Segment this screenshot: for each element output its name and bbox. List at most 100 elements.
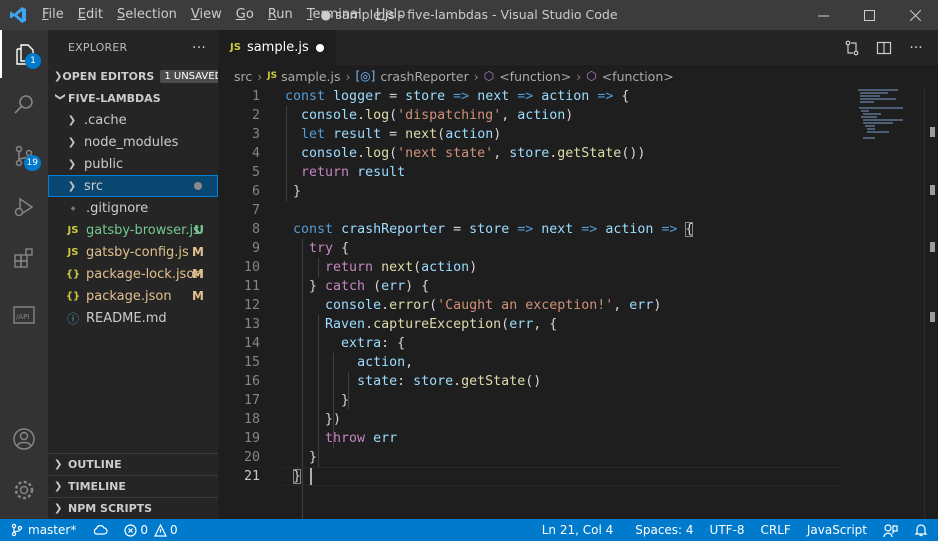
tree-file[interactable]: {} package-lock.json M bbox=[48, 263, 218, 285]
chevron-right-icon: › bbox=[257, 68, 263, 84]
unsaved-badge: 1 UNSAVED bbox=[160, 69, 227, 83]
maximize-button[interactable] bbox=[846, 0, 892, 30]
open-editors-section[interactable]: ❯ OPEN EDITORS 1 UNSAVED bbox=[48, 65, 227, 87]
language-mode[interactable]: JavaScript bbox=[799, 519, 875, 541]
run-debug-activity-button[interactable] bbox=[0, 183, 48, 231]
npm-scripts-section[interactable]: ❯ NPM SCRIPTS bbox=[48, 497, 218, 519]
status-bar: master* 0 0 Ln 21, Col 4 Spaces: 4 UTF-8… bbox=[0, 519, 938, 541]
tab-sample-js[interactable]: JS sample.js bbox=[218, 30, 336, 65]
activity-bar: 1 19 /API bbox=[0, 30, 48, 519]
accounts-activity-button[interactable] bbox=[0, 415, 48, 463]
open-changes-button[interactable] bbox=[836, 40, 868, 56]
menu-file[interactable]: File bbox=[35, 0, 71, 30]
tree-item-label: gatsby-config.js bbox=[86, 244, 189, 260]
breadcrumb-src[interactable]: src bbox=[234, 69, 252, 84]
tree-file[interactable]: ◆ .gitignore bbox=[48, 197, 218, 219]
indentation-status[interactable]: Spaces: 4 bbox=[627, 519, 701, 541]
manage-activity-button[interactable] bbox=[0, 466, 48, 514]
chevron-right-icon: ❯ bbox=[54, 481, 63, 492]
file-tree: ❯ .cache ❯ node_modules ❯ public ❯ src ◆ .gitigno… bbox=[48, 109, 218, 329]
problems-status[interactable]: 0 0 bbox=[116, 519, 185, 541]
eol-status[interactable]: CRLF bbox=[753, 519, 799, 541]
menu-help[interactable]: Help bbox=[369, 0, 413, 30]
more-actions-icon[interactable]: ··· bbox=[192, 40, 206, 56]
editor-scrollbar[interactable] bbox=[924, 87, 938, 519]
outline-section[interactable]: ❯ OUTLINE bbox=[48, 453, 218, 475]
breadcrumb-file[interactable]: sample.js bbox=[281, 69, 340, 84]
tree-item-label: src bbox=[84, 178, 103, 194]
tree-folder[interactable]: ❯ node_modules bbox=[48, 131, 218, 153]
encoding-status[interactable]: UTF-8 bbox=[702, 519, 753, 541]
tree-file[interactable]: ⓘ README.md bbox=[48, 307, 218, 329]
menu-go[interactable]: Go bbox=[229, 0, 261, 30]
vscode-logo-icon bbox=[0, 0, 35, 30]
timeline-section[interactable]: ❯ TIMELINE bbox=[48, 475, 218, 497]
tree-file[interactable]: JS gatsby-config.js M bbox=[48, 241, 218, 263]
code-editor[interactable]: 1 const logger = store => next => action … bbox=[218, 87, 938, 524]
tree-folder[interactable]: ❯ .cache bbox=[48, 109, 218, 131]
code-line: 14 extra: { bbox=[243, 336, 406, 351]
unsaved-dot-icon[interactable] bbox=[316, 43, 324, 52]
breadcrumb-function-1[interactable]: <function> bbox=[499, 69, 571, 84]
tree-item-label: node_modules bbox=[84, 134, 179, 150]
json-file-icon: {} bbox=[65, 290, 81, 302]
code-line: 5 return result bbox=[251, 165, 406, 180]
feedback-button[interactable] bbox=[875, 519, 906, 541]
code-line: 18 }) bbox=[243, 412, 342, 427]
api-activity-button[interactable]: /API bbox=[0, 291, 48, 339]
menu-edit[interactable]: Edit bbox=[71, 0, 110, 30]
breadcrumb-crashreporter[interactable]: crashReporter bbox=[380, 69, 468, 84]
extensions-activity-button[interactable] bbox=[0, 234, 48, 282]
tree-file[interactable]: JS gatsby-browser.js U bbox=[48, 219, 218, 241]
search-activity-button[interactable] bbox=[0, 81, 48, 129]
more-editor-actions-button[interactable]: ··· bbox=[900, 40, 932, 56]
code-line: 10 return next(action) bbox=[243, 260, 478, 275]
chevron-right-icon: ❯ bbox=[54, 503, 63, 514]
chevron-right-icon: ❯ bbox=[67, 180, 77, 192]
status-bar-right: Ln 21, Col 4 Spaces: 4 UTF-8 CRLF JavaSc… bbox=[534, 519, 938, 541]
tree-folder[interactable]: ❯ public bbox=[48, 153, 218, 175]
ellipsis-icon: ··· bbox=[909, 39, 923, 56]
branch-status[interactable]: master* bbox=[0, 519, 84, 541]
variable-symbol-icon: [◎] bbox=[355, 69, 376, 83]
cursor-position[interactable]: Ln 21, Col 4 bbox=[534, 519, 628, 541]
code-line: 6 } bbox=[251, 184, 302, 199]
minimize-button[interactable] bbox=[800, 0, 846, 30]
close-button[interactable] bbox=[892, 0, 938, 30]
maximize-icon bbox=[863, 9, 875, 21]
window-controls bbox=[800, 0, 938, 30]
sync-button[interactable] bbox=[84, 519, 116, 541]
notifications-button[interactable] bbox=[906, 519, 938, 541]
timeline-title: TIMELINE bbox=[68, 480, 126, 493]
explorer-activity-button[interactable]: 1 bbox=[0, 30, 48, 78]
tab-bar: JS sample.js ··· bbox=[218, 30, 938, 65]
menu-run[interactable]: Run bbox=[261, 0, 300, 30]
source-control-activity-button[interactable]: 19 bbox=[0, 132, 48, 180]
split-editor-button[interactable] bbox=[868, 40, 900, 56]
cloud-sync-icon bbox=[94, 525, 108, 535]
json-file-icon: {} bbox=[65, 268, 81, 280]
git-status-badge: M bbox=[192, 245, 204, 259]
tab-label: sample.js bbox=[246, 40, 309, 55]
breadcrumb-function-2[interactable]: <function> bbox=[602, 69, 674, 84]
modified-dot-icon bbox=[194, 182, 202, 190]
menu-selection[interactable]: Selection bbox=[110, 0, 184, 30]
menu-terminal[interactable]: Terminal bbox=[300, 0, 369, 30]
error-icon bbox=[124, 523, 137, 537]
project-folder-section[interactable]: ❯ FIVE-LAMBDAS bbox=[48, 87, 218, 109]
minimap[interactable] bbox=[858, 87, 924, 147]
menu-view[interactable]: View bbox=[184, 0, 229, 30]
tree-folder[interactable]: ❯ src bbox=[48, 175, 218, 197]
bell-icon bbox=[914, 524, 928, 537]
title-bar: File Edit Selection View Go Run Terminal… bbox=[0, 0, 938, 30]
chevron-right-icon: ❯ bbox=[67, 158, 77, 170]
editor-actions: ··· bbox=[836, 30, 932, 65]
tree-item-label: public bbox=[84, 156, 124, 172]
chevron-right-icon: › bbox=[473, 68, 479, 84]
code-line: 3 let result = next(action) bbox=[251, 127, 502, 142]
git-branch-icon bbox=[11, 523, 23, 537]
explorer-sidebar: EXPLORER ··· ❯ OPEN EDITORS 1 UNSAVED ❯ … bbox=[48, 30, 227, 519]
code-line: 7 bbox=[251, 203, 260, 218]
js-file-icon: JS bbox=[230, 42, 241, 53]
tree-file[interactable]: {} package.json M bbox=[48, 285, 218, 307]
